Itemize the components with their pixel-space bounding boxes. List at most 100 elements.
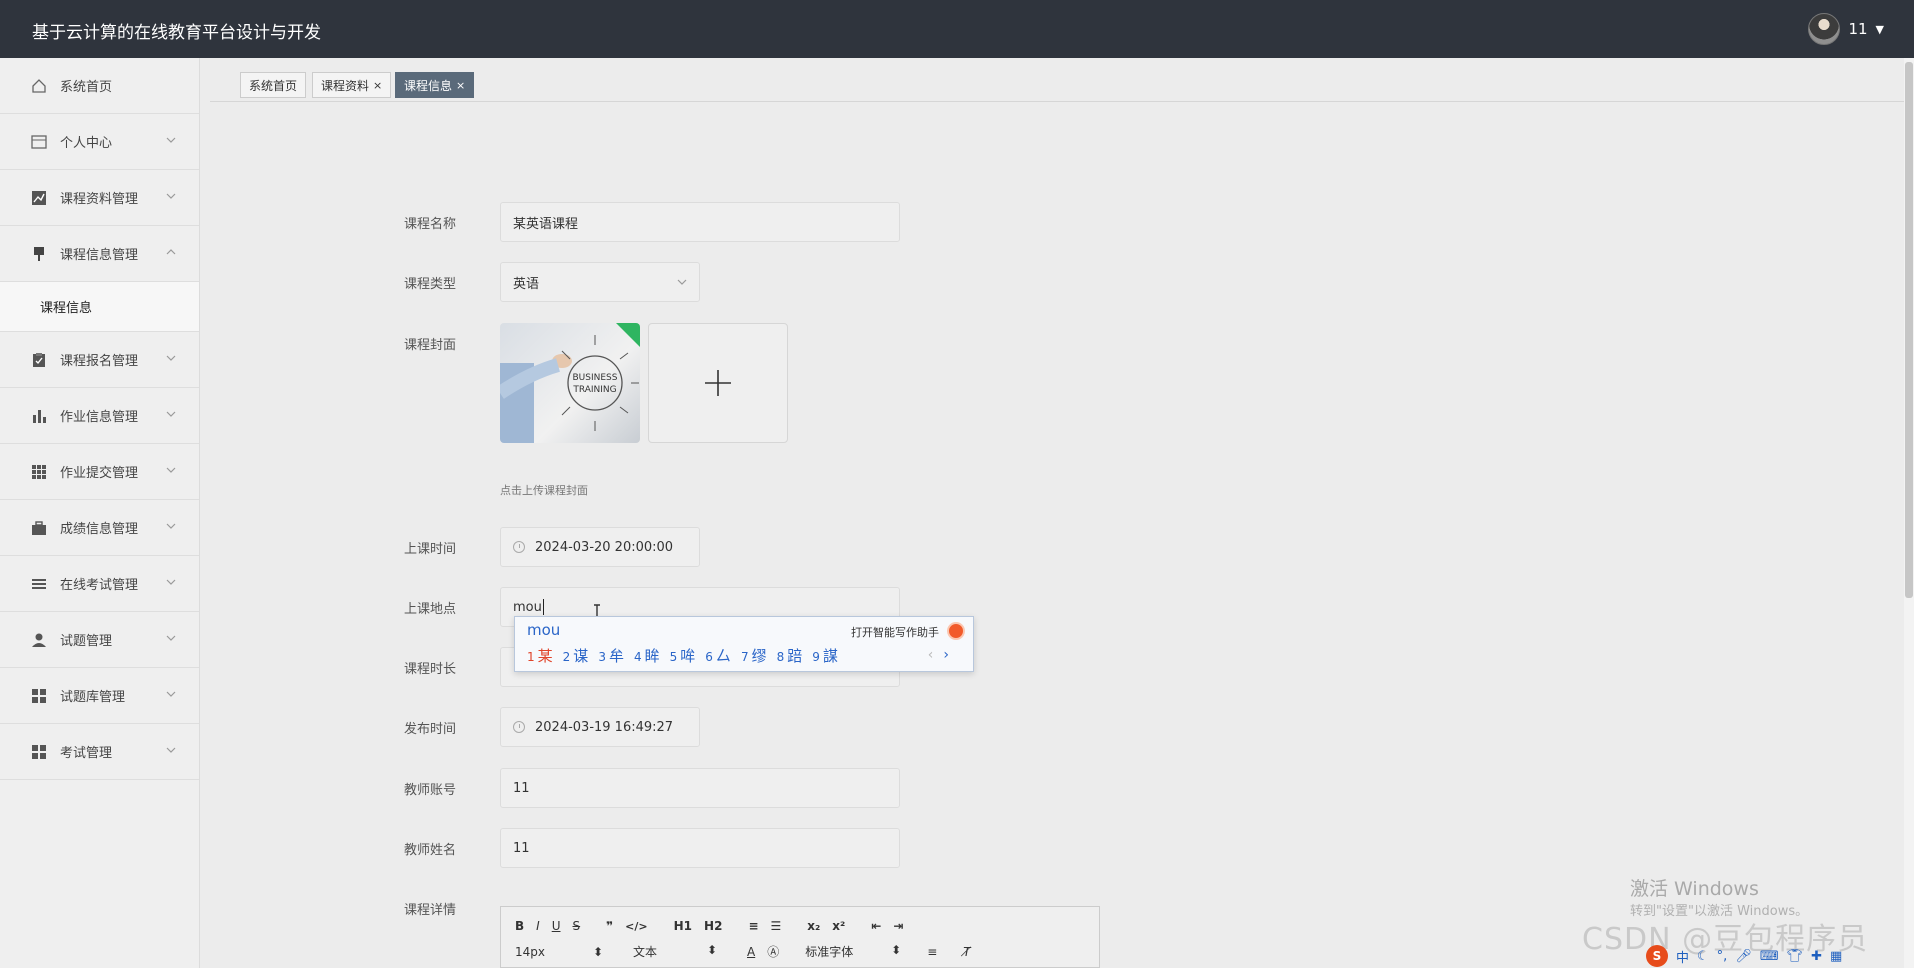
sidebar-item-label: 系统首页 bbox=[60, 80, 113, 95]
ime-page-nav: ‹ › bbox=[928, 647, 949, 663]
sidebar-item-homework-submit[interactable]: 作业提交管理 bbox=[0, 444, 199, 500]
chevron-down-icon bbox=[166, 579, 176, 585]
tab-label: 课程资料 bbox=[321, 78, 370, 93]
bold-button[interactable]: B bbox=[515, 919, 524, 933]
ime-candidate[interactable]: 4眸 bbox=[634, 645, 660, 666]
sidebar-item-label: 个人中心 bbox=[60, 136, 113, 151]
ime-candidate[interactable]: 6厶 bbox=[705, 645, 731, 666]
course-name-label: 课程名称 bbox=[403, 217, 456, 232]
ime-candidate[interactable]: 8踣 bbox=[777, 645, 803, 666]
user-menu[interactable]: 11 ▼ bbox=[1808, 12, 1884, 46]
close-icon[interactable]: × bbox=[456, 79, 465, 92]
ime-assistant-link[interactable]: 打开智能写作助手 bbox=[851, 624, 939, 640]
updown-icon: ⬍ bbox=[891, 943, 902, 957]
editor-toolbar-row-2: 14px ⬍ 文本 ⬍ A Ⓐ 标准字体 ⬍ ≡ T̸ bbox=[515, 943, 971, 960]
sidebar-item-questions[interactable]: 试题管理 bbox=[0, 612, 199, 668]
block-type-select[interactable]: 文本 ⬍ bbox=[633, 943, 717, 960]
gamepad-icon[interactable]: ✚ bbox=[1811, 949, 1822, 964]
briefcase-icon bbox=[30, 519, 48, 537]
sogou-ime-icon[interactable]: S bbox=[1646, 945, 1668, 967]
sidebar-item-homework-info[interactable]: 作业信息管理 bbox=[0, 388, 199, 444]
ime-candidate[interactable]: 1某 bbox=[527, 645, 553, 666]
tab-bar: 系统首页 课程资料 × 课程信息 × bbox=[210, 58, 1904, 102]
font-color-icon[interactable]: A bbox=[747, 945, 755, 959]
sidebar-item-profile[interactable]: 个人中心 bbox=[0, 114, 199, 170]
teacher-account-input[interactable]: 11 bbox=[500, 768, 900, 808]
publish-time-picker[interactable]: 2024-03-19 16:49:27 bbox=[500, 707, 700, 747]
system-tray: S 中 ☾ °, 🎤︎ ⌨ 👕︎ ✚ ▦ bbox=[1646, 944, 1914, 968]
editor-toolbar-row-1: B I U S ❞ </> H1 H2 ≡ ☰ x₂ x² ⇤ ⇥ bbox=[515, 919, 915, 933]
clear-format-icon[interactable]: T̸ bbox=[963, 945, 970, 959]
align-icon[interactable]: ≡ bbox=[927, 945, 937, 959]
sidebar-item-course-material[interactable]: 课程资料管理 bbox=[0, 170, 199, 226]
skin-icon[interactable]: 👕︎ bbox=[1787, 949, 1804, 964]
app-title: 基于云计算的在线教育平台设计与开发 bbox=[32, 23, 321, 43]
superscript-button[interactable]: x² bbox=[832, 919, 845, 933]
moon-icon[interactable]: ☾ bbox=[1697, 949, 1709, 964]
sogou-logo-icon[interactable] bbox=[947, 622, 965, 640]
font-family-select[interactable]: 标准字体 ⬍ bbox=[805, 943, 901, 960]
chevron-down-icon bbox=[166, 193, 176, 199]
next-page-icon[interactable]: › bbox=[943, 647, 949, 663]
ime-candidate[interactable]: 5哞 bbox=[670, 645, 696, 666]
punctuation-icon[interactable]: °, bbox=[1717, 949, 1728, 964]
class-time-picker[interactable]: 2024-03-20 20:00:00 bbox=[500, 527, 700, 567]
ime-mode-label[interactable]: 中 bbox=[1676, 947, 1689, 966]
code-button[interactable]: </> bbox=[625, 920, 647, 933]
keyboard-icon[interactable]: ⌨ bbox=[1760, 949, 1779, 964]
course-cover-image[interactable]: BUSINESS TRAINING bbox=[500, 323, 640, 443]
ime-candidate[interactable]: 9謀 bbox=[812, 645, 838, 666]
location-label: 上课地点 bbox=[403, 602, 456, 617]
location-value: mou bbox=[513, 599, 542, 615]
h2-button[interactable]: H2 bbox=[704, 919, 722, 933]
italic-button[interactable]: I bbox=[536, 919, 540, 933]
chevron-down-icon bbox=[166, 467, 176, 473]
tab-course-material[interactable]: 课程资料 × bbox=[312, 72, 392, 98]
sidebar-item-grades[interactable]: 成绩信息管理 bbox=[0, 500, 199, 556]
sidebar-item-course-info[interactable]: 课程信息管理 bbox=[0, 226, 199, 282]
sidebar-item-home[interactable]: 系统首页 bbox=[0, 58, 199, 114]
caret-down-icon[interactable]: ▼ bbox=[1876, 23, 1884, 36]
class-time-label: 上课时间 bbox=[403, 542, 456, 557]
sidebar-subitem-course-info[interactable]: 课程信息 bbox=[0, 282, 199, 332]
course-type-select[interactable]: 英语 bbox=[500, 262, 700, 302]
sidebar-item-online-exam[interactable]: 在线考试管理 bbox=[0, 556, 199, 612]
underline-button[interactable]: U bbox=[552, 919, 561, 933]
h1-button[interactable]: H1 bbox=[674, 919, 692, 933]
ime-candidate[interactable]: 2谋 bbox=[563, 645, 589, 666]
sidebar-item-question-bank[interactable]: 试题库管理 bbox=[0, 668, 199, 724]
sidebar-item-label: 课程资料管理 bbox=[60, 192, 139, 207]
course-name-input[interactable]: 某英语课程 bbox=[500, 202, 900, 242]
tab-course-info[interactable]: 课程信息 × bbox=[395, 72, 475, 98]
background-color-icon[interactable]: Ⓐ bbox=[767, 943, 779, 960]
prev-page-icon[interactable]: ‹ bbox=[928, 647, 934, 663]
clock-icon bbox=[513, 541, 525, 553]
scrollbar-thumb[interactable] bbox=[1905, 62, 1913, 598]
close-icon[interactable]: × bbox=[373, 79, 382, 92]
course-type-label: 课程类型 bbox=[403, 277, 456, 292]
sidebar-item-enrollment[interactable]: 课程报名管理 bbox=[0, 332, 199, 388]
sidebar-item-exam[interactable]: 考试管理 bbox=[0, 724, 199, 780]
microphone-icon[interactable]: 🎤︎ bbox=[1735, 949, 1752, 964]
sidebar-item-label: 作业信息管理 bbox=[60, 410, 139, 425]
ime-candidate[interactable]: 7缪 bbox=[741, 645, 767, 666]
rich-text-editor[interactable]: B I U S ❞ </> H1 H2 ≡ ☰ x₂ x² ⇤ ⇥ 14px ⬍ … bbox=[500, 906, 1100, 968]
avatar[interactable] bbox=[1808, 13, 1841, 45]
font-size-select[interactable]: 14px ⬍ bbox=[515, 945, 603, 959]
bullet-list-button[interactable]: ☰ bbox=[771, 919, 782, 933]
subscript-button[interactable]: x₂ bbox=[807, 919, 820, 933]
upload-cover-button[interactable] bbox=[648, 323, 788, 443]
tab-home[interactable]: 系统首页 bbox=[240, 72, 307, 98]
strike-button[interactable]: S bbox=[573, 919, 581, 933]
indent-button[interactable]: ⇥ bbox=[893, 919, 903, 933]
quote-button[interactable]: ❞ bbox=[606, 919, 613, 933]
chart-icon bbox=[30, 189, 48, 207]
ime-candidate[interactable]: 3牟 bbox=[598, 645, 624, 666]
user-name: 11 bbox=[1848, 20, 1868, 38]
outdent-button[interactable]: ⇤ bbox=[871, 919, 881, 933]
business-training-illustration: BUSINESS TRAINING bbox=[500, 323, 640, 443]
ordered-list-button[interactable]: ≡ bbox=[748, 919, 758, 933]
apps-icon[interactable]: ▦ bbox=[1830, 949, 1842, 964]
updown-icon: ⬍ bbox=[592, 944, 603, 959]
teacher-name-input[interactable]: 11 bbox=[500, 828, 900, 868]
